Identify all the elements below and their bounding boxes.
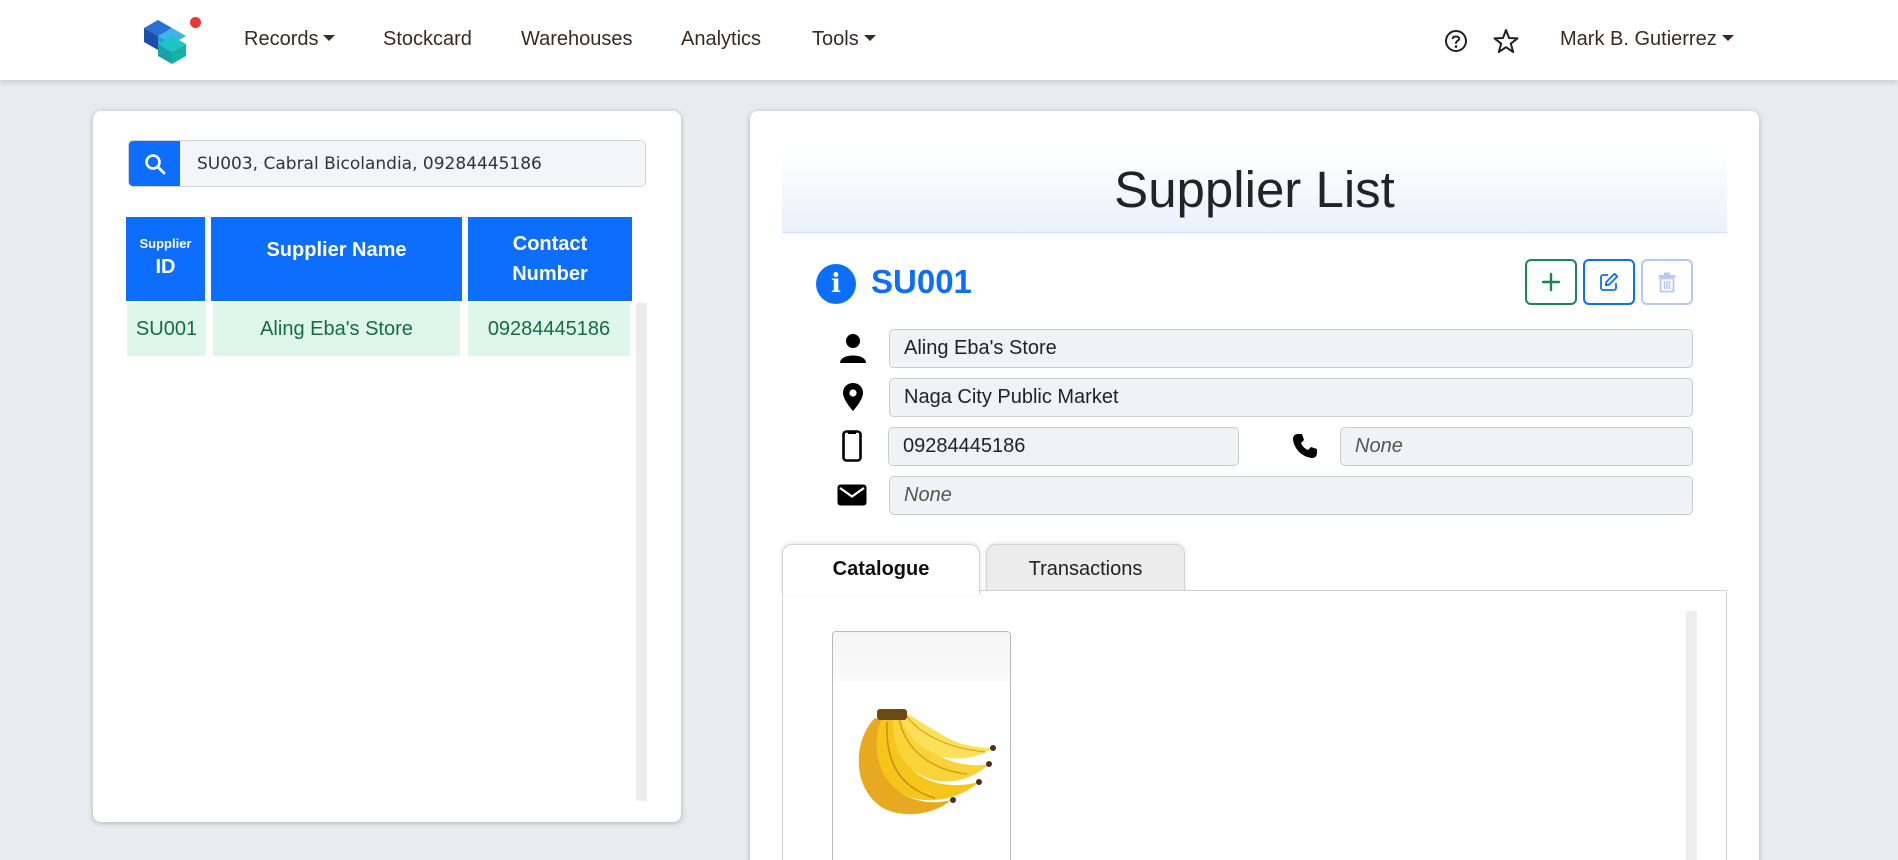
- address-field[interactable]: Naga City Public Market: [889, 378, 1693, 417]
- info-icon: i: [816, 264, 856, 304]
- phone-icon: [1288, 429, 1322, 463]
- location-pin-icon: [836, 380, 870, 414]
- page-title: Supplier List: [1114, 161, 1395, 218]
- trash-icon: [1658, 272, 1676, 293]
- delete-supplier-button[interactable]: [1641, 259, 1693, 305]
- table-scrollbar[interactable]: [636, 303, 647, 801]
- nav-warehouses[interactable]: Warehouses: [521, 28, 633, 51]
- product-card-header: [833, 632, 1010, 682]
- search-input[interactable]: [180, 141, 645, 186]
- mobile-number-field[interactable]: 09284445186: [888, 427, 1239, 466]
- top-navbar: Records Stockcard Warehouses Analytics T…: [0, 0, 1898, 80]
- nav-records[interactable]: Records: [244, 28, 336, 51]
- plus-icon: [1541, 272, 1561, 292]
- table-cell-supplier-name[interactable]: Aling Eba's Store: [213, 303, 460, 356]
- tab-catalogue[interactable]: Catalogue: [782, 544, 980, 594]
- banana-image: [858, 709, 996, 815]
- table-cell-supplier-id[interactable]: SU001: [127, 303, 206, 356]
- chevron-down-icon: [1721, 35, 1734, 41]
- table-cell-contact-number[interactable]: 09284445186: [468, 303, 630, 356]
- help-circle-icon[interactable]: [1443, 28, 1469, 54]
- supplier-code: SU001: [871, 263, 972, 300]
- column-header-contact-number[interactable]: Contact Number: [468, 217, 632, 301]
- edit-supplier-button[interactable]: [1583, 259, 1635, 305]
- add-supplier-button[interactable]: [1525, 259, 1577, 305]
- column-header-supplier-id[interactable]: Supplier ID: [126, 217, 205, 301]
- telephone-field[interactable]: None: [1340, 427, 1693, 466]
- column-header-supplier-name[interactable]: Supplier Name: [211, 217, 462, 301]
- chevron-down-icon: [323, 35, 336, 41]
- catalogue-scrollbar[interactable]: [1686, 611, 1697, 860]
- chevron-down-icon: [863, 35, 876, 41]
- app-logo-icon[interactable]: [138, 14, 198, 64]
- envelope-icon: [835, 478, 869, 512]
- user-menu[interactable]: Mark B. Gutierrez: [1560, 28, 1734, 51]
- edit-icon: [1600, 272, 1619, 291]
- search-group: [128, 140, 646, 187]
- tab-transactions[interactable]: Transactions: [986, 544, 1185, 594]
- product-card[interactable]: [832, 631, 1011, 860]
- nav-tools[interactable]: Tools: [812, 28, 876, 51]
- email-field[interactable]: None: [889, 476, 1693, 515]
- mobile-phone-icon: [835, 429, 869, 463]
- star-icon[interactable]: [1493, 28, 1519, 54]
- search-button[interactable]: [129, 141, 180, 186]
- search-icon: [145, 154, 166, 175]
- nav-analytics[interactable]: Analytics: [681, 28, 761, 51]
- notification-dot: [190, 17, 201, 28]
- person-icon: [836, 331, 870, 365]
- supplier-name-field[interactable]: Aling Eba's Store: [889, 329, 1693, 368]
- nav-stockcard[interactable]: Stockcard: [383, 28, 472, 51]
